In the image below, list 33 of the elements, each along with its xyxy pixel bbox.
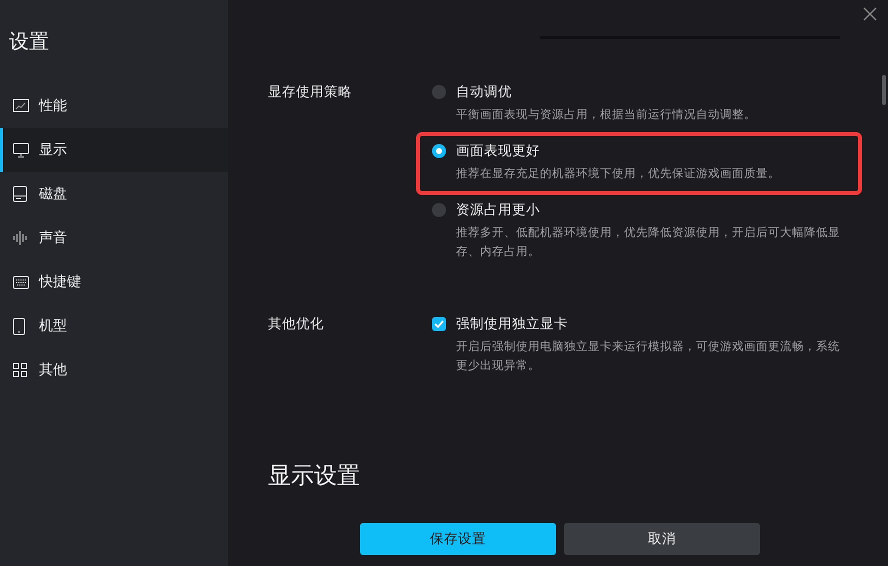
monitor-icon bbox=[13, 142, 29, 158]
sidebar-item[interactable]: 声音 bbox=[0, 216, 228, 260]
setting-label: 其他优化 bbox=[268, 315, 325, 334]
sidebar-item[interactable]: 其他 bbox=[0, 348, 228, 392]
radio-button[interactable] bbox=[432, 144, 446, 158]
radio-button[interactable] bbox=[432, 85, 446, 99]
option-title: 资源占用更小 bbox=[456, 201, 541, 220]
sidebar-item[interactable]: 性能 bbox=[0, 84, 228, 128]
option-title: 自动调优 bbox=[456, 83, 513, 102]
cancel-button[interactable]: 取消 bbox=[564, 523, 760, 555]
radio-button[interactable] bbox=[432, 203, 446, 217]
option-description: 推荐在显存充足的机器环境下使用，优先保证游戏画面质量。 bbox=[456, 165, 781, 182]
close-icon[interactable] bbox=[862, 6, 878, 22]
scrollbar[interactable] bbox=[882, 75, 886, 105]
save-button[interactable]: 保存设置 bbox=[360, 523, 556, 555]
chart-icon bbox=[13, 99, 29, 113]
sidebar-item[interactable]: 机型 bbox=[0, 304, 228, 348]
phone-icon bbox=[13, 318, 25, 334]
sound-wave-icon bbox=[13, 231, 27, 245]
option-title: 强制使用独立显卡 bbox=[456, 315, 569, 334]
option-description: 平衡画面表现与资源占用，根据当前运行情况自动调整。 bbox=[456, 106, 757, 123]
keyboard-icon bbox=[13, 276, 29, 288]
sidebar-item[interactable]: 显示 bbox=[0, 128, 228, 172]
option-title: 画面表现更好 bbox=[456, 142, 541, 161]
setting-label: 显存使用策略 bbox=[268, 83, 353, 102]
checkbox[interactable] bbox=[432, 317, 446, 331]
sidebar-title: 设置 bbox=[8, 28, 50, 55]
sidebar-item[interactable]: 快捷键 bbox=[0, 260, 228, 304]
option-description: 推荐多开、低配机器环境使用，优先降低资源使用，开启后可大幅降低显存、内存占用。 bbox=[456, 224, 840, 260]
grid-icon bbox=[13, 363, 27, 377]
option-description: 开启后强制使用电脑独立显卡来运行模拟器，可使游戏画面更流畅，系统更少出现异常。 bbox=[456, 338, 840, 374]
sidebar-item[interactable]: 磁盘 bbox=[0, 172, 228, 216]
section-heading: 显示设置 bbox=[268, 462, 361, 491]
